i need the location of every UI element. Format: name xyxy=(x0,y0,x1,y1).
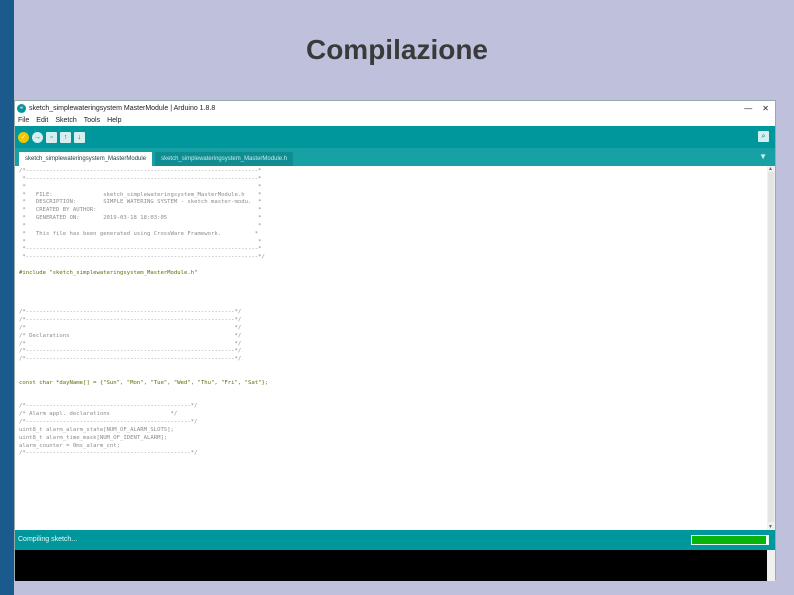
code-line: /* Declarations */ xyxy=(19,332,242,339)
arduino-logo-icon: ∞ xyxy=(17,103,26,113)
tab-master-module[interactable]: sketch_simplewateringsystem_MasterModule xyxy=(19,152,153,166)
code-line: const char *dayName[] = {"Sun", "Mon", "… xyxy=(19,379,269,386)
new-button[interactable]: ▫ xyxy=(46,131,57,143)
slide-title: Compilazione xyxy=(305,34,488,65)
open-button[interactable]: ↑ xyxy=(60,131,71,143)
menu-edit[interactable]: Edit xyxy=(36,117,48,124)
code-line: *---------------------------------------… xyxy=(19,175,262,182)
minimize-button[interactable]: — xyxy=(744,104,752,113)
code-line: /* */ xyxy=(19,324,242,331)
code-line: * DESCRIPTION: SIMPLE WATERING SYSTEM - … xyxy=(19,199,262,206)
code-line: #include "sketch_simplewateringsystem_Ma… xyxy=(19,269,198,276)
code-line: *---------------------------------------… xyxy=(19,254,265,261)
code-line: /* Alarm appl. declarations */ xyxy=(19,411,178,418)
code-line: /*--------------------------------------… xyxy=(19,419,198,425)
tab-master-module-header[interactable]: sketch_simplewateringsystem_MasterModule… xyxy=(155,152,294,166)
code-line: * CREATED BY AUTHOR: * xyxy=(19,207,262,214)
arduino-ide-window: ∞ sketch_simplewateringsystem MasterModu… xyxy=(14,100,776,581)
code-line: * * xyxy=(19,238,262,245)
code-line: /*--------------------------------------… xyxy=(19,356,242,363)
status-text: Compiling sketch... xyxy=(18,536,78,543)
code-line: * FILE: sketch_simplewateringsystem_Mast… xyxy=(19,191,262,198)
code-line: /*--------------------------------------… xyxy=(19,317,242,324)
console-output[interactable] xyxy=(15,550,775,581)
window-titlebar: ∞ sketch_simplewateringsystem MasterModu… xyxy=(15,101,775,115)
code-line: alarm_counter = 0ms_alarm_cnt; xyxy=(19,442,121,449)
menu-help[interactable]: Help xyxy=(107,117,121,124)
scrollbar-thumb[interactable] xyxy=(768,172,774,522)
code-line: * This file has been generated using Cro… xyxy=(19,230,259,237)
upload-button[interactable]: → xyxy=(32,131,43,143)
serial-monitor-button[interactable]: ⌕ xyxy=(758,131,769,142)
menu-file[interactable]: File xyxy=(18,117,29,124)
editor-vertical-scrollbar[interactable]: ▲ ▼ xyxy=(767,166,775,530)
code-line: uint8_t alarm_alarm_state[NUM_OF_ALARM_S… xyxy=(19,426,174,433)
code-editor[interactable]: /*--------------------------------------… xyxy=(15,166,775,530)
code-line: /*--------------------------------------… xyxy=(19,450,198,457)
code-line: /*--------------------------------------… xyxy=(19,309,242,316)
status-bar: Compiling sketch... xyxy=(15,530,775,550)
code-line: /*--------------------------------------… xyxy=(19,348,242,355)
code-line: *---------------------------------------… xyxy=(19,246,262,253)
menu-bar: File Edit Sketch Tools Help xyxy=(15,115,775,126)
code-line: * GENERATED ON: 2019-03-18 18:03:05 * xyxy=(19,215,262,222)
code-line: /*--------------------------------------… xyxy=(19,168,262,174)
compile-progress-fill xyxy=(692,536,767,544)
toolbar: ✓ → ▫ ↑ ↓ ⌕ xyxy=(15,126,775,148)
compile-progress-bar xyxy=(691,535,769,545)
window-title: sketch_simplewateringsystem MasterModule… xyxy=(29,104,216,112)
tab-bar: sketch_simplewateringsystem_MasterModule… xyxy=(15,148,775,166)
code-line: uint8_t alarm_time_mask[NUM_OF_IDENT_ALA… xyxy=(19,434,168,441)
window-controls: — ✕ xyxy=(744,104,775,113)
menu-sketch[interactable]: Sketch xyxy=(55,117,76,124)
code-text[interactable]: /*--------------------------------------… xyxy=(19,168,759,458)
close-button[interactable]: ✕ xyxy=(762,104,769,113)
verify-button[interactable]: ✓ xyxy=(18,131,29,143)
code-line: /* */ xyxy=(19,340,242,347)
code-line: * * xyxy=(19,183,262,190)
menu-tools[interactable]: Tools xyxy=(84,117,100,124)
save-button[interactable]: ↓ xyxy=(74,131,85,143)
console-vertical-scrollbar[interactable] xyxy=(767,550,775,581)
tab-menu-chevron-down-icon[interactable]: ▼ xyxy=(759,152,767,161)
code-line: * * xyxy=(19,222,262,229)
code-line: /*--------------------------------------… xyxy=(19,403,198,410)
slide-accent-bar xyxy=(0,0,14,595)
